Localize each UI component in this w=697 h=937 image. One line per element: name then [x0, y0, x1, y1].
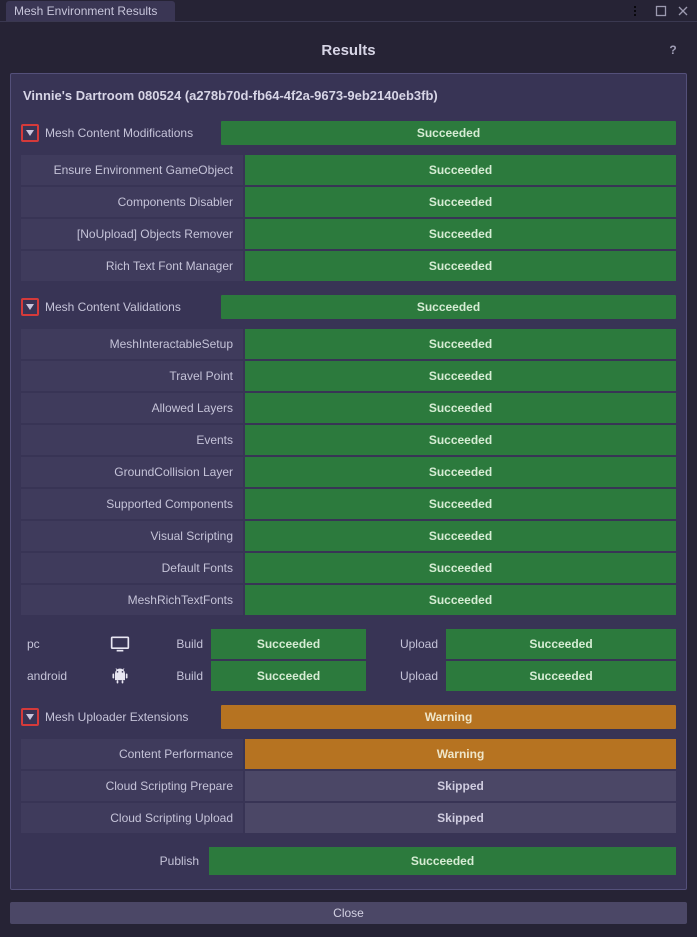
result-row: MeshInteractableSetup Succeeded [21, 329, 676, 359]
row-status: Succeeded [245, 361, 676, 391]
row-status: Succeeded [245, 393, 676, 423]
platform-name: android [21, 661, 99, 691]
upload-label: Upload [378, 629, 446, 659]
result-row: Allowed Layers Succeeded [21, 393, 676, 423]
row-label: MeshRichTextFonts [21, 585, 243, 615]
disclosure-icon[interactable] [21, 124, 39, 142]
result-row: Visual Scripting Succeeded [21, 521, 676, 551]
modifications-items: Ensure Environment GameObject Succeeded … [21, 155, 676, 281]
row-label: Content Performance [21, 739, 243, 769]
row-status: Succeeded [245, 521, 676, 551]
row-label: Cloud Scripting Upload [21, 803, 243, 833]
section-label: Mesh Content Validations [45, 300, 215, 314]
help-icon[interactable]: ? [665, 42, 681, 58]
section-label: Mesh Uploader Extensions [45, 710, 215, 724]
android-icon [99, 661, 141, 691]
upload-label: Upload [378, 661, 446, 691]
row-label: Events [21, 425, 243, 455]
validations-items: MeshInteractableSetup Succeeded Travel P… [21, 329, 676, 615]
row-label: Default Fonts [21, 553, 243, 583]
platform-row-pc: pc Build Succeeded Upload Succeeded [21, 629, 676, 659]
build-label: Build [141, 629, 211, 659]
row-status: Succeeded [245, 251, 676, 281]
result-row: Supported Components Succeeded [21, 489, 676, 519]
section-label: Mesh Content Modifications [45, 126, 215, 140]
result-row: Travel Point Succeeded [21, 361, 676, 391]
section-validations: Mesh Content Validations Succeeded [21, 295, 676, 319]
build-status: Succeeded [211, 661, 366, 691]
row-status: Succeeded [245, 219, 676, 249]
window-close-icon[interactable] [675, 3, 691, 19]
row-status: Succeeded [245, 155, 676, 185]
platform-row-android: android Build Succeeded Upload Succeeded [21, 661, 676, 691]
upload-status: Succeeded [446, 629, 676, 659]
publish-label: Publish [21, 847, 209, 875]
result-row: Cloud Scripting Prepare Skipped [21, 771, 676, 801]
window-maximize-icon[interactable] [653, 3, 669, 19]
disclosure-icon[interactable] [21, 708, 39, 726]
result-row: Rich Text Font Manager Succeeded [21, 251, 676, 281]
row-status: Succeeded [245, 585, 676, 615]
monitor-icon [99, 629, 141, 659]
result-row: [NoUpload] Objects Remover Succeeded [21, 219, 676, 249]
row-status: Succeeded [245, 553, 676, 583]
section-status: Succeeded [221, 121, 676, 145]
row-label: Travel Point [21, 361, 243, 391]
results-box: Vinnie's Dartroom 080524 (a278b70d-fb64-… [10, 73, 687, 890]
row-label: GroundCollision Layer [21, 457, 243, 487]
row-label: Visual Scripting [21, 521, 243, 551]
row-status: Succeeded [245, 425, 676, 455]
publish-row: Publish Succeeded [21, 847, 676, 875]
result-row: Content Performance Warning [21, 739, 676, 769]
row-status: Skipped [245, 771, 676, 801]
row-status: Succeeded [245, 457, 676, 487]
row-label: Components Disabler [21, 187, 243, 217]
build-label: Build [141, 661, 211, 691]
section-modifications: Mesh Content Modifications Succeeded [21, 121, 676, 145]
row-label: Rich Text Font Manager [21, 251, 243, 281]
result-row: Events Succeeded [21, 425, 676, 455]
row-status: Succeeded [245, 187, 676, 217]
results-header: Results ? [10, 42, 687, 59]
section-uploader: Mesh Uploader Extensions Warning [21, 705, 676, 729]
result-row: GroundCollision Layer Succeeded [21, 457, 676, 487]
disclosure-icon[interactable] [21, 298, 39, 316]
environment-name: Vinnie's Dartroom 080524 (a278b70d-fb64-… [21, 86, 676, 111]
result-row: Cloud Scripting Upload Skipped [21, 803, 676, 833]
result-row: Default Fonts Succeeded [21, 553, 676, 583]
row-label: Ensure Environment GameObject [21, 155, 243, 185]
row-status: Warning [245, 739, 676, 769]
result-row: Ensure Environment GameObject Succeeded [21, 155, 676, 185]
result-row: Components Disabler Succeeded [21, 187, 676, 217]
section-status: Warning [221, 705, 676, 729]
row-label: Cloud Scripting Prepare [21, 771, 243, 801]
section-status: Succeeded [221, 295, 676, 319]
platform-name: pc [21, 629, 99, 659]
row-label: Allowed Layers [21, 393, 243, 423]
results-title: Results [321, 42, 375, 59]
close-button[interactable]: Close [10, 902, 687, 924]
result-row: MeshRichTextFonts Succeeded [21, 585, 676, 615]
row-label: Supported Components [21, 489, 243, 519]
row-status: Skipped [245, 803, 676, 833]
platforms-block: pc Build Succeeded Upload Succeeded andr… [21, 629, 676, 691]
row-status: Succeeded [245, 489, 676, 519]
window-menu-icon[interactable] [631, 3, 647, 19]
row-label: MeshInteractableSetup [21, 329, 243, 359]
row-label: [NoUpload] Objects Remover [21, 219, 243, 249]
row-status: Succeeded [245, 329, 676, 359]
publish-status: Succeeded [209, 847, 676, 875]
window-titlebar: Mesh Environment Results [0, 0, 697, 22]
upload-status: Succeeded [446, 661, 676, 691]
window-title: Mesh Environment Results [6, 1, 175, 21]
build-status: Succeeded [211, 629, 366, 659]
uploader-items: Content Performance Warning Cloud Script… [21, 739, 676, 833]
